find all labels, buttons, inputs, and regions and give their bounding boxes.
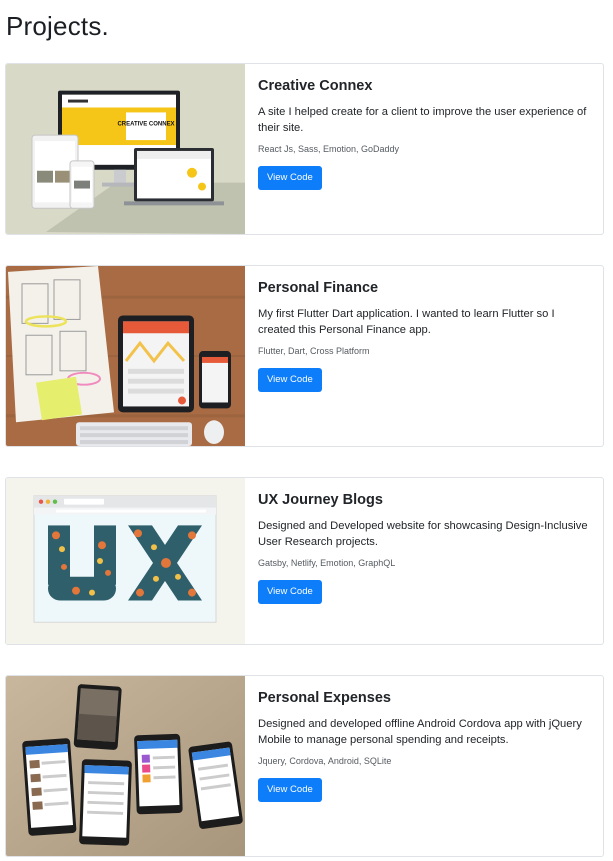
project-body-ux-journey-blogs: UX Journey Blogs Designed and Developed …	[258, 490, 589, 604]
view-code-button[interactable]: View Code	[258, 580, 322, 604]
project-image-ux-journey-blogs	[6, 478, 245, 644]
project-tags: React Js, Sass, Emotion, GoDaddy	[258, 144, 400, 154]
project-body-personal-expenses: Personal Expenses Designed and developed…	[258, 688, 589, 802]
project-tags: Flutter, Dart, Cross Platform	[258, 346, 370, 356]
project-description: My first Flutter Dart application. I wan…	[258, 308, 555, 336]
projects-page: Projects. CREATIVE CONNEX Creative Conne…	[0, 0, 613, 861]
project-title: Personal Expenses	[258, 690, 391, 706]
project-title: UX Journey Blogs	[258, 492, 383, 508]
project-card-personal-finance: Personal Finance My first Flutter Dart a…	[5, 265, 604, 447]
project-image-creative-connex: CREATIVE CONNEX	[6, 64, 245, 234]
project-image-personal-finance	[6, 266, 245, 446]
project-description: Designed and developed offline Android C…	[258, 718, 582, 746]
project-card-ux-journey-blogs: UX Journey Blogs Designed and Developed …	[5, 477, 604, 645]
project-tags: Jquery, Cordova, Android, SQLite	[258, 756, 392, 766]
project-body-personal-finance: Personal Finance My first Flutter Dart a…	[258, 278, 589, 392]
project-description: Designed and Developed website for showc…	[258, 520, 588, 548]
project-description: A site I helped create for a client to i…	[258, 106, 587, 134]
view-code-button[interactable]: View Code	[258, 778, 322, 802]
project-title: Creative Connex	[258, 78, 373, 94]
project-body-creative-connex: Creative Connex A site I helped create f…	[258, 76, 589, 190]
project-card-personal-expenses: Personal Expenses Designed and developed…	[5, 675, 604, 857]
view-code-button[interactable]: View Code	[258, 166, 322, 190]
creative-connex-logo-text: CREATIVE CONNEX	[117, 121, 174, 127]
project-tags: Gatsby, Netlify, Emotion, GraphQL	[258, 558, 396, 568]
view-code-button[interactable]: View Code	[258, 368, 322, 392]
project-image-personal-expenses	[6, 676, 245, 856]
project-card-creative-connex: CREATIVE CONNEX Creative Connex A site I…	[5, 63, 604, 235]
project-title: Personal Finance	[258, 280, 379, 296]
page-title: Projects.	[6, 11, 109, 41]
